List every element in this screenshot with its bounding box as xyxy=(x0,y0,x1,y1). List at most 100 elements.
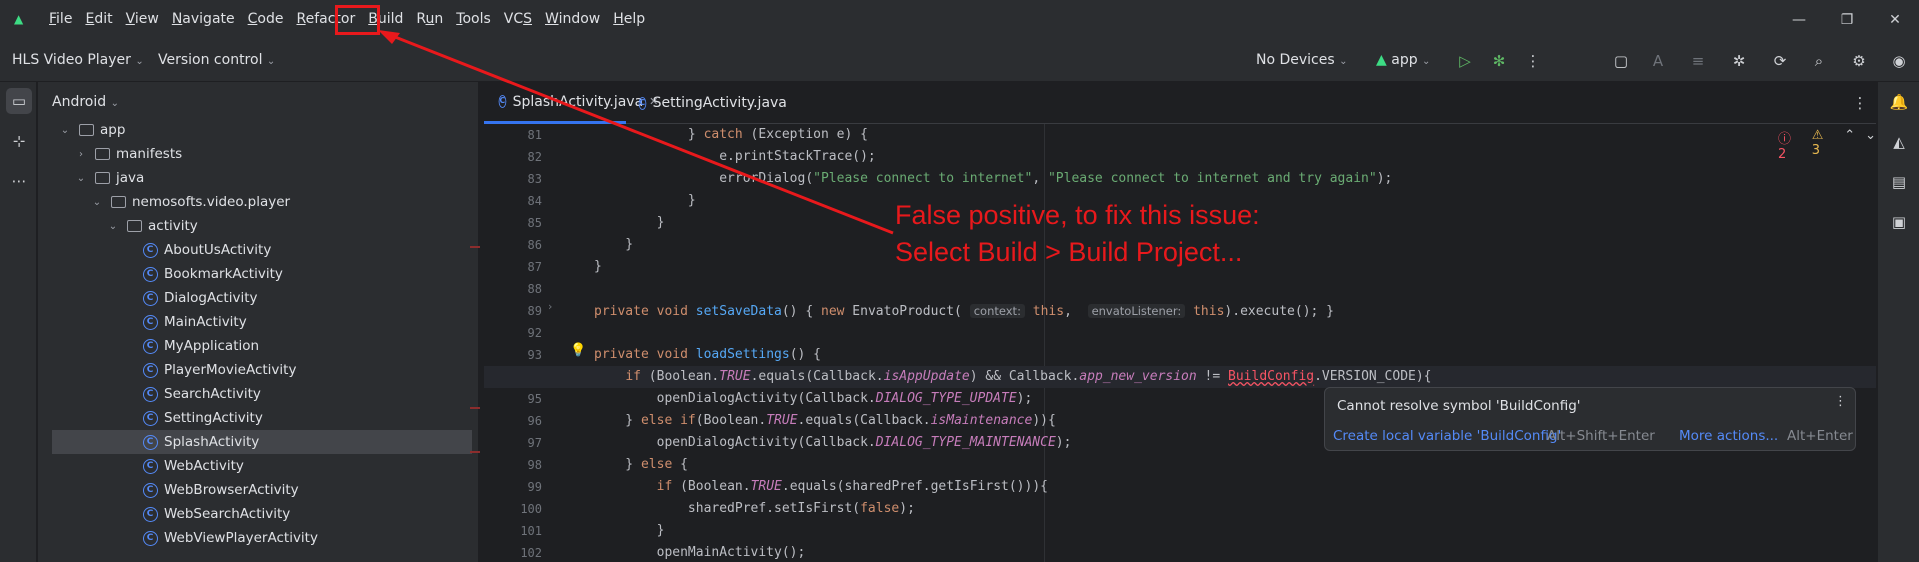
close-window-icon[interactable]: ✕ xyxy=(1871,0,1919,40)
tree-item[interactable]: C SplashActivity xyxy=(52,430,472,454)
tree-item[interactable]: C WebActivity xyxy=(38,454,478,478)
tree-item-label: MainActivity xyxy=(164,314,247,330)
tree-item-label: manifests xyxy=(116,146,183,162)
tree-item[interactable]: ⌄ java xyxy=(38,166,478,190)
more-actions-link[interactable]: More actions... xyxy=(1679,428,1778,444)
lightbulb-icon[interactable]: 💡 xyxy=(570,343,586,358)
gear-icon[interactable]: ⚙ xyxy=(1848,50,1870,72)
code-line[interactable]: openDialogActivity(Callback.DIALOG_TYPE_… xyxy=(594,432,1072,454)
avatar[interactable]: ◉ xyxy=(1888,50,1910,72)
chevron-down-icon[interactable]: ⌄ xyxy=(90,197,104,208)
code-line[interactable]: } xyxy=(594,190,696,212)
menu-navigate[interactable]: Navigate xyxy=(172,11,241,27)
line-number: 83 xyxy=(527,172,542,186)
menu-tools[interactable]: Tools xyxy=(456,11,497,27)
search-icon[interactable]: ⌕ xyxy=(1808,50,1830,72)
translate-icon[interactable]: A xyxy=(1647,50,1669,72)
code-line[interactable]: private void loadSettings() { xyxy=(594,344,821,366)
more-vertical-icon[interactable]: ⋮ xyxy=(1849,92,1871,114)
tree-item[interactable]: › manifests xyxy=(38,142,478,166)
tree-item[interactable]: C WebSearchActivity xyxy=(38,502,478,526)
tree-item[interactable]: C WebBrowserActivity xyxy=(38,478,478,502)
tree-item-label: DialogActivity xyxy=(164,290,258,306)
sync-icon[interactable]: ⟳ xyxy=(1769,50,1791,72)
code-line[interactable]: e.printStackTrace(); xyxy=(594,146,876,168)
code-line[interactable]: } else { xyxy=(594,454,688,476)
menu-edit[interactable]: Edit xyxy=(85,11,118,27)
chevron-right-icon[interactable]: › xyxy=(74,149,88,160)
notifications-icon[interactable]: 🔔 xyxy=(1887,90,1911,114)
menu-run[interactable]: Run xyxy=(416,11,449,27)
code-line[interactable]: if (Boolean.TRUE.equals(sharedPref.getIs… xyxy=(594,476,1048,498)
code-line[interactable]: } xyxy=(594,256,602,278)
chevron-down-icon[interactable]: ⌄ xyxy=(106,221,120,232)
chevron-down-icon[interactable]: ⌄ xyxy=(1865,128,1876,162)
more-horizontal-icon[interactable]: ⋯ xyxy=(6,168,32,194)
tree-item[interactable]: C MyApplication xyxy=(38,334,478,358)
code-line[interactable]: } xyxy=(594,212,665,234)
tree-item[interactable]: C BookmarkActivity xyxy=(38,262,478,286)
code-line[interactable]: private void setSaveData() { new EnvatoP… xyxy=(594,300,1334,322)
menu-code[interactable]: Code xyxy=(248,11,290,27)
chevron-down-icon: ⌄ xyxy=(266,56,276,67)
format-icon[interactable]: ≡ xyxy=(1687,50,1709,72)
debug-icon[interactable]: ✻ xyxy=(1488,50,1510,72)
tree-item[interactable]: C DialogActivity xyxy=(38,286,478,310)
more-vertical-icon[interactable]: ⋮ xyxy=(1522,50,1544,72)
left-tool-strip: ▭ ⊹ ⋯ xyxy=(0,82,37,562)
device-manager-icon[interactable]: ▢ xyxy=(1610,50,1632,72)
menu-help[interactable]: Help xyxy=(613,11,651,27)
line-number: 82 xyxy=(527,150,542,164)
tree-item[interactable]: C MainActivity xyxy=(38,310,478,334)
create-local-variable-action[interactable]: Create local variable 'BuildConfig' xyxy=(1333,428,1561,444)
menu-file[interactable]: File xyxy=(49,11,78,27)
run-icon[interactable]: ▷ xyxy=(1454,50,1476,72)
run-config-selector[interactable]: ▲ app ⌄ xyxy=(1376,52,1430,68)
bug-icon[interactable]: ✲ xyxy=(1728,50,1750,72)
line-number: 102 xyxy=(520,546,542,560)
popup-message: Cannot resolve symbol 'BuildConfig' xyxy=(1337,398,1581,414)
code-line[interactable]: openMainActivity(); xyxy=(594,542,806,562)
resource-manager-icon[interactable]: ⊹ xyxy=(6,128,32,154)
code-line[interactable]: errorDialog("Please connect to internet"… xyxy=(594,168,1392,190)
code-line[interactable]: openDialogActivity(Callback.DIALOG_TYPE_… xyxy=(594,388,1033,410)
code-line[interactable]: if (Boolean.TRUE.equals(Callback.isAppUp… xyxy=(594,366,1431,388)
tree-item[interactable]: C SearchActivity xyxy=(38,382,478,406)
vcs-selector[interactable]: Version control ⌄ xyxy=(158,52,275,68)
project-folder-icon[interactable]: ▭ xyxy=(6,88,32,114)
code-line[interactable]: } catch (Exception e) { xyxy=(594,124,868,146)
tree-item[interactable]: C WebViewPlayerActivity xyxy=(38,526,478,550)
tree-item[interactable]: ⌄ activity xyxy=(38,214,478,238)
editor-tab[interactable]: C SplashActivity.java ✕ xyxy=(484,82,658,124)
restore-icon[interactable]: ❐ xyxy=(1823,0,1871,40)
more-vertical-icon[interactable]: ⋮ xyxy=(1834,394,1847,409)
fold-chevron-icon[interactable]: › xyxy=(548,300,552,313)
project-selector[interactable]: HLS Video Player ⌄ xyxy=(12,52,144,68)
gradle-icon[interactable]: ◭ xyxy=(1887,130,1911,154)
project-panel: Android ⌄ ⌄ app › manifests ⌄ java ⌄ nemosofts.… xyxy=(38,82,520,562)
editor-tab[interactable]: C SettingActivity.java xyxy=(624,82,787,124)
code-area[interactable]: } catch (Exception e) { e.printStackTrac… xyxy=(484,124,1876,562)
run-config-label: app xyxy=(1391,52,1418,68)
tree-item[interactable]: C SettingActivity xyxy=(38,406,478,430)
tree-item[interactable]: C AboutUsActivity xyxy=(38,238,478,262)
code-line[interactable]: } else if(Boolean.TRUE.equals(Callback.i… xyxy=(594,410,1056,432)
clipboard-icon[interactable]: ▣ xyxy=(1887,210,1911,234)
folder-icon xyxy=(110,194,126,210)
project-view-selector[interactable]: Android ⌄ xyxy=(52,94,119,110)
device-selector[interactable]: No Devices ⌄ xyxy=(1256,52,1348,68)
code-line[interactable]: sharedPref.setIsFirst(false); xyxy=(594,498,915,520)
device-file-icon[interactable]: ▤ xyxy=(1887,170,1911,194)
menu-view[interactable]: View xyxy=(126,11,165,27)
chevron-down-icon[interactable]: ⌄ xyxy=(58,125,72,136)
tree-item[interactable]: C PlayerMovieActivity xyxy=(38,358,478,382)
menu-vcs[interactable]: VCS xyxy=(504,11,538,27)
code-line[interactable]: } xyxy=(594,234,633,256)
menu-window[interactable]: Window xyxy=(545,11,606,27)
code-line[interactable]: } xyxy=(594,520,665,542)
tree-item[interactable]: ⌄ nemosofts.video.player xyxy=(38,190,478,214)
line-number: 84 xyxy=(527,194,542,208)
chevron-down-icon[interactable]: ⌄ xyxy=(74,173,88,184)
minimize-icon[interactable]: — xyxy=(1775,0,1823,40)
tree-item[interactable]: ⌄ app xyxy=(38,118,478,142)
